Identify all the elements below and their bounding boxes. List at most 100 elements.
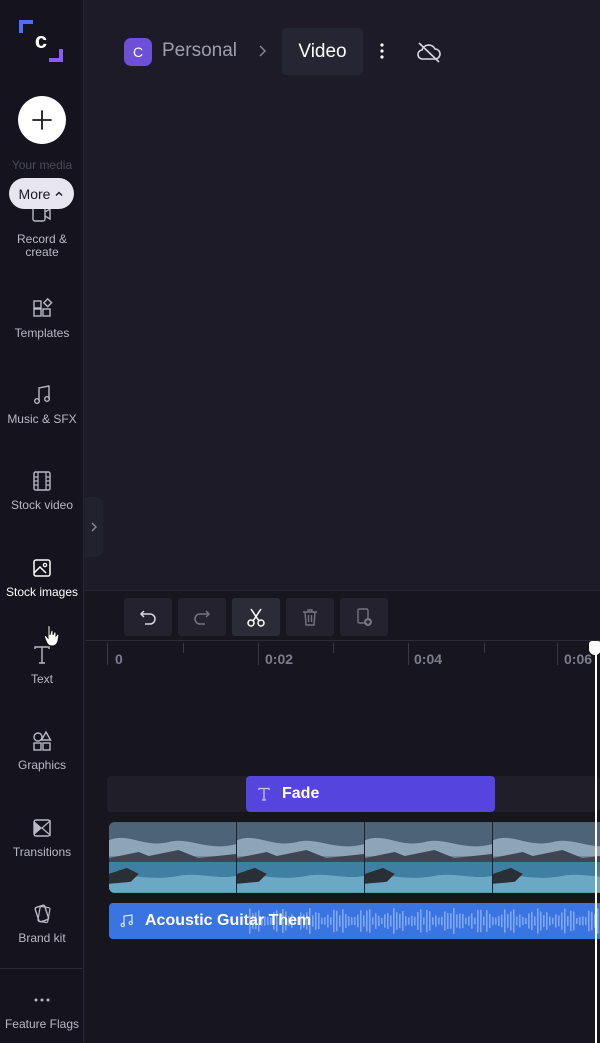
waveform-bar	[558, 915, 560, 927]
waveform-bar	[390, 915, 392, 927]
waveform-bar	[339, 915, 341, 927]
sidebar: c Your media More Record & create Templa…	[0, 0, 84, 1043]
waveform-bar	[453, 908, 455, 934]
video-thumbnail	[365, 822, 493, 893]
video-thumbnail	[109, 822, 237, 893]
waveform-bar	[522, 916, 524, 926]
waveform-bar	[435, 915, 437, 927]
clipchamp-logo[interactable]: c	[18, 18, 64, 64]
chevron-up-icon	[55, 191, 63, 196]
film-icon	[33, 471, 51, 491]
delete-button[interactable]	[286, 598, 334, 636]
waveform-bar	[510, 911, 512, 931]
audio-clip[interactable]: Acoustic Guitar Them	[109, 903, 600, 939]
trash-icon	[303, 609, 317, 626]
more-options-icon[interactable]	[373, 40, 391, 62]
waveform-bar	[597, 908, 599, 934]
sidebar-item-templates[interactable]: Templates	[0, 297, 84, 340]
duplicate-button[interactable]	[340, 598, 388, 636]
sidebar-item-stock-images[interactable]: Stock images	[0, 556, 84, 599]
sidebar-item-label: create	[25, 245, 59, 259]
waveform-bar	[552, 917, 554, 925]
waveform-bar	[585, 917, 587, 925]
waveform-bar	[540, 911, 542, 931]
waveform-bar	[480, 909, 482, 933]
sidebar-item-transitions[interactable]: Transitions	[0, 816, 84, 859]
redo-button[interactable]	[178, 598, 226, 636]
sidebar-item-brand-kit[interactable]: Brand kit	[0, 902, 84, 945]
sidebar-item-music-sfx[interactable]: Music & SFX	[0, 383, 84, 426]
expand-panel-handle[interactable]	[85, 497, 103, 557]
playhead-handle[interactable]	[589, 641, 600, 655]
waveform-bar	[534, 916, 536, 926]
waveform-bar	[549, 916, 551, 926]
sidebar-item-text[interactable]: Text	[0, 643, 84, 686]
waveform-bar	[546, 912, 548, 930]
sidebar-divider	[0, 968, 84, 969]
waveform-bar	[468, 916, 470, 926]
waveform-bar	[513, 909, 515, 933]
waveform-bar	[402, 911, 404, 931]
sidebar-item-graphics[interactable]: Graphics	[0, 729, 84, 772]
waveform-bar	[336, 910, 338, 932]
image-icon	[33, 559, 51, 577]
duplicate-icon	[357, 608, 372, 626]
split-button[interactable]	[232, 598, 280, 636]
project-title[interactable]: Video	[282, 28, 363, 75]
transition-icon	[33, 819, 51, 837]
waveform-bar	[591, 911, 593, 931]
text-clip[interactable]: Fade	[246, 776, 495, 812]
waveform-bar	[420, 909, 422, 933]
more-button[interactable]: More	[9, 178, 74, 209]
sidebar-item-label: Stock video	[10, 498, 74, 512]
waveform-bar	[426, 909, 428, 933]
waveform-bar	[363, 915, 365, 927]
sidebar-item-feature-flags[interactable]: Feature Flags	[0, 992, 84, 1031]
create-button[interactable]	[18, 96, 66, 144]
sidebar-item-record-create[interactable]: Record & create	[0, 203, 84, 259]
waveform-bar	[570, 910, 572, 932]
waveform-bar	[579, 916, 581, 926]
waveform-bar	[456, 914, 458, 928]
timeline-toolbar	[124, 598, 388, 636]
video-thumbnail	[493, 822, 600, 893]
waveform-bar	[486, 910, 488, 932]
waveform-bar	[411, 915, 413, 927]
workspace-avatar[interactable]: C	[124, 38, 152, 66]
ruler-line	[85, 640, 600, 641]
waveform-bar	[564, 908, 566, 934]
waveform-bar	[321, 917, 323, 925]
waveform-bar	[360, 910, 362, 932]
waveform-bar	[387, 913, 389, 929]
brand-icon	[34, 904, 51, 924]
sidebar-item-stock-video[interactable]: Stock video	[0, 469, 84, 512]
hand-cursor-icon	[43, 624, 60, 647]
waveform-bar	[357, 914, 359, 928]
video-clip[interactable]	[109, 822, 600, 893]
waveform-bar	[399, 913, 401, 929]
text-icon	[258, 787, 270, 801]
waveform-bar	[372, 917, 374, 925]
your-media-label[interactable]: Your media	[0, 158, 84, 172]
undo-button[interactable]	[124, 598, 172, 636]
waveform-bar	[516, 916, 518, 926]
waveform-bar	[567, 916, 569, 926]
chevron-right-icon	[259, 45, 266, 57]
waveform-bar	[414, 916, 416, 926]
waveform-bar	[333, 909, 335, 933]
shapes-icon	[33, 730, 52, 751]
waveform-bar	[381, 917, 383, 925]
waveform-bar	[492, 917, 494, 925]
sidebar-item-label: Stock images	[5, 585, 79, 599]
waveform-bar	[531, 911, 533, 931]
music-note-icon	[33, 385, 50, 404]
waveform-bar	[495, 917, 497, 925]
playhead[interactable]	[595, 643, 597, 1043]
waveform-bar	[507, 914, 509, 928]
ruler-tick	[107, 643, 108, 665]
waveform-bar	[498, 915, 500, 927]
workspace-name[interactable]: Personal	[162, 40, 237, 62]
chevron-right-icon	[91, 522, 97, 532]
cloud-off-icon[interactable]	[415, 38, 443, 66]
ruler-label: 0:04	[414, 651, 443, 667]
